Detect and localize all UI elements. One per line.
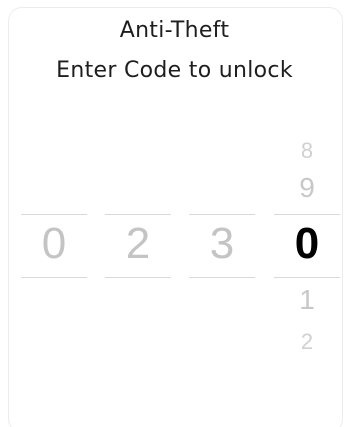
wheel-selected-digit: 2 bbox=[125, 219, 151, 268]
wheel-divider-bottom bbox=[189, 277, 255, 278]
wheel-divider-top bbox=[21, 214, 87, 215]
code-wheel-3[interactable]: 3 bbox=[189, 132, 255, 372]
wheel-divider-bottom bbox=[21, 277, 87, 278]
wheel-option-digit[interactable]: 2 bbox=[274, 331, 340, 353]
code-wheel-2[interactable]: 2 bbox=[105, 132, 171, 372]
code-wheel-4[interactable]: 8 9 0 1 2 bbox=[274, 132, 340, 372]
wheel-divider-bottom bbox=[274, 277, 340, 278]
wheel-option-digit[interactable]: 9 bbox=[274, 174, 340, 202]
wheel-selected-digit: 0 bbox=[41, 219, 67, 268]
wheel-selected-digit: 0 bbox=[294, 219, 320, 268]
wheel-selected-digit: 3 bbox=[209, 219, 235, 268]
page-title: Anti-Theft bbox=[119, 18, 230, 43]
wheel-divider-bottom bbox=[105, 277, 171, 278]
code-wheel-1[interactable]: 0 bbox=[21, 132, 87, 372]
wheel-divider-top bbox=[189, 214, 255, 215]
page-subtitle: Enter Code to unlock bbox=[56, 58, 293, 83]
wheel-option-digit[interactable]: 8 bbox=[274, 140, 340, 162]
wheel-option-digit[interactable]: 1 bbox=[274, 286, 340, 314]
wheel-divider-top bbox=[274, 214, 340, 215]
wheel-divider-top bbox=[105, 214, 171, 215]
